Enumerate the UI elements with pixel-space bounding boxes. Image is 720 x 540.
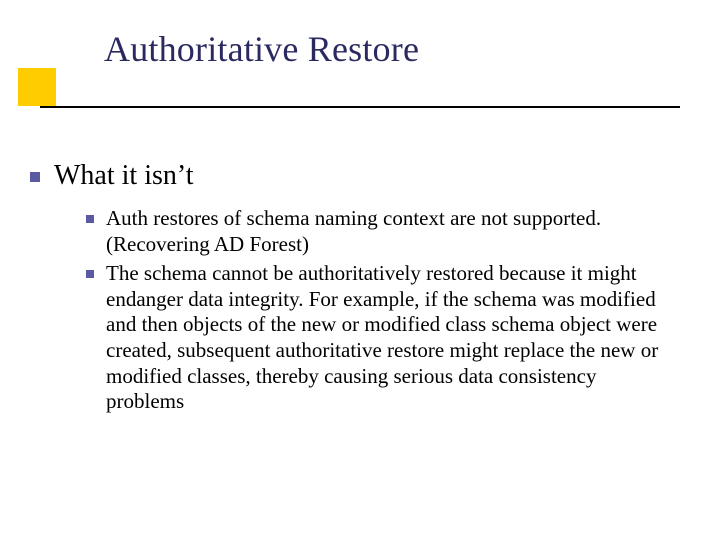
slide: Authoritative Restore What it isn’t Auth… <box>0 0 720 540</box>
lvl2-item: The schema cannot be authoritatively res… <box>86 261 670 415</box>
title-block: Authoritative Restore <box>68 28 668 70</box>
lvl1-text: What it isn’t <box>54 160 193 192</box>
lvl2-text: Auth restores of schema naming context a… <box>106 206 666 257</box>
lvl2-item: Auth restores of schema naming context a… <box>86 206 670 257</box>
lvl2-text: The schema cannot be authoritatively res… <box>106 261 666 415</box>
square-bullet-icon <box>86 215 94 223</box>
square-bullet-icon <box>86 270 94 278</box>
lvl2-list: Auth restores of schema naming context a… <box>86 206 670 415</box>
square-bullet-icon <box>30 172 40 182</box>
slide-body: What it isn’t Auth restores of schema na… <box>30 160 670 419</box>
lvl1-item: What it isn’t <box>30 160 670 192</box>
slide-title: Authoritative Restore <box>68 28 668 70</box>
title-accent-box <box>18 68 56 106</box>
title-underline <box>40 106 680 108</box>
